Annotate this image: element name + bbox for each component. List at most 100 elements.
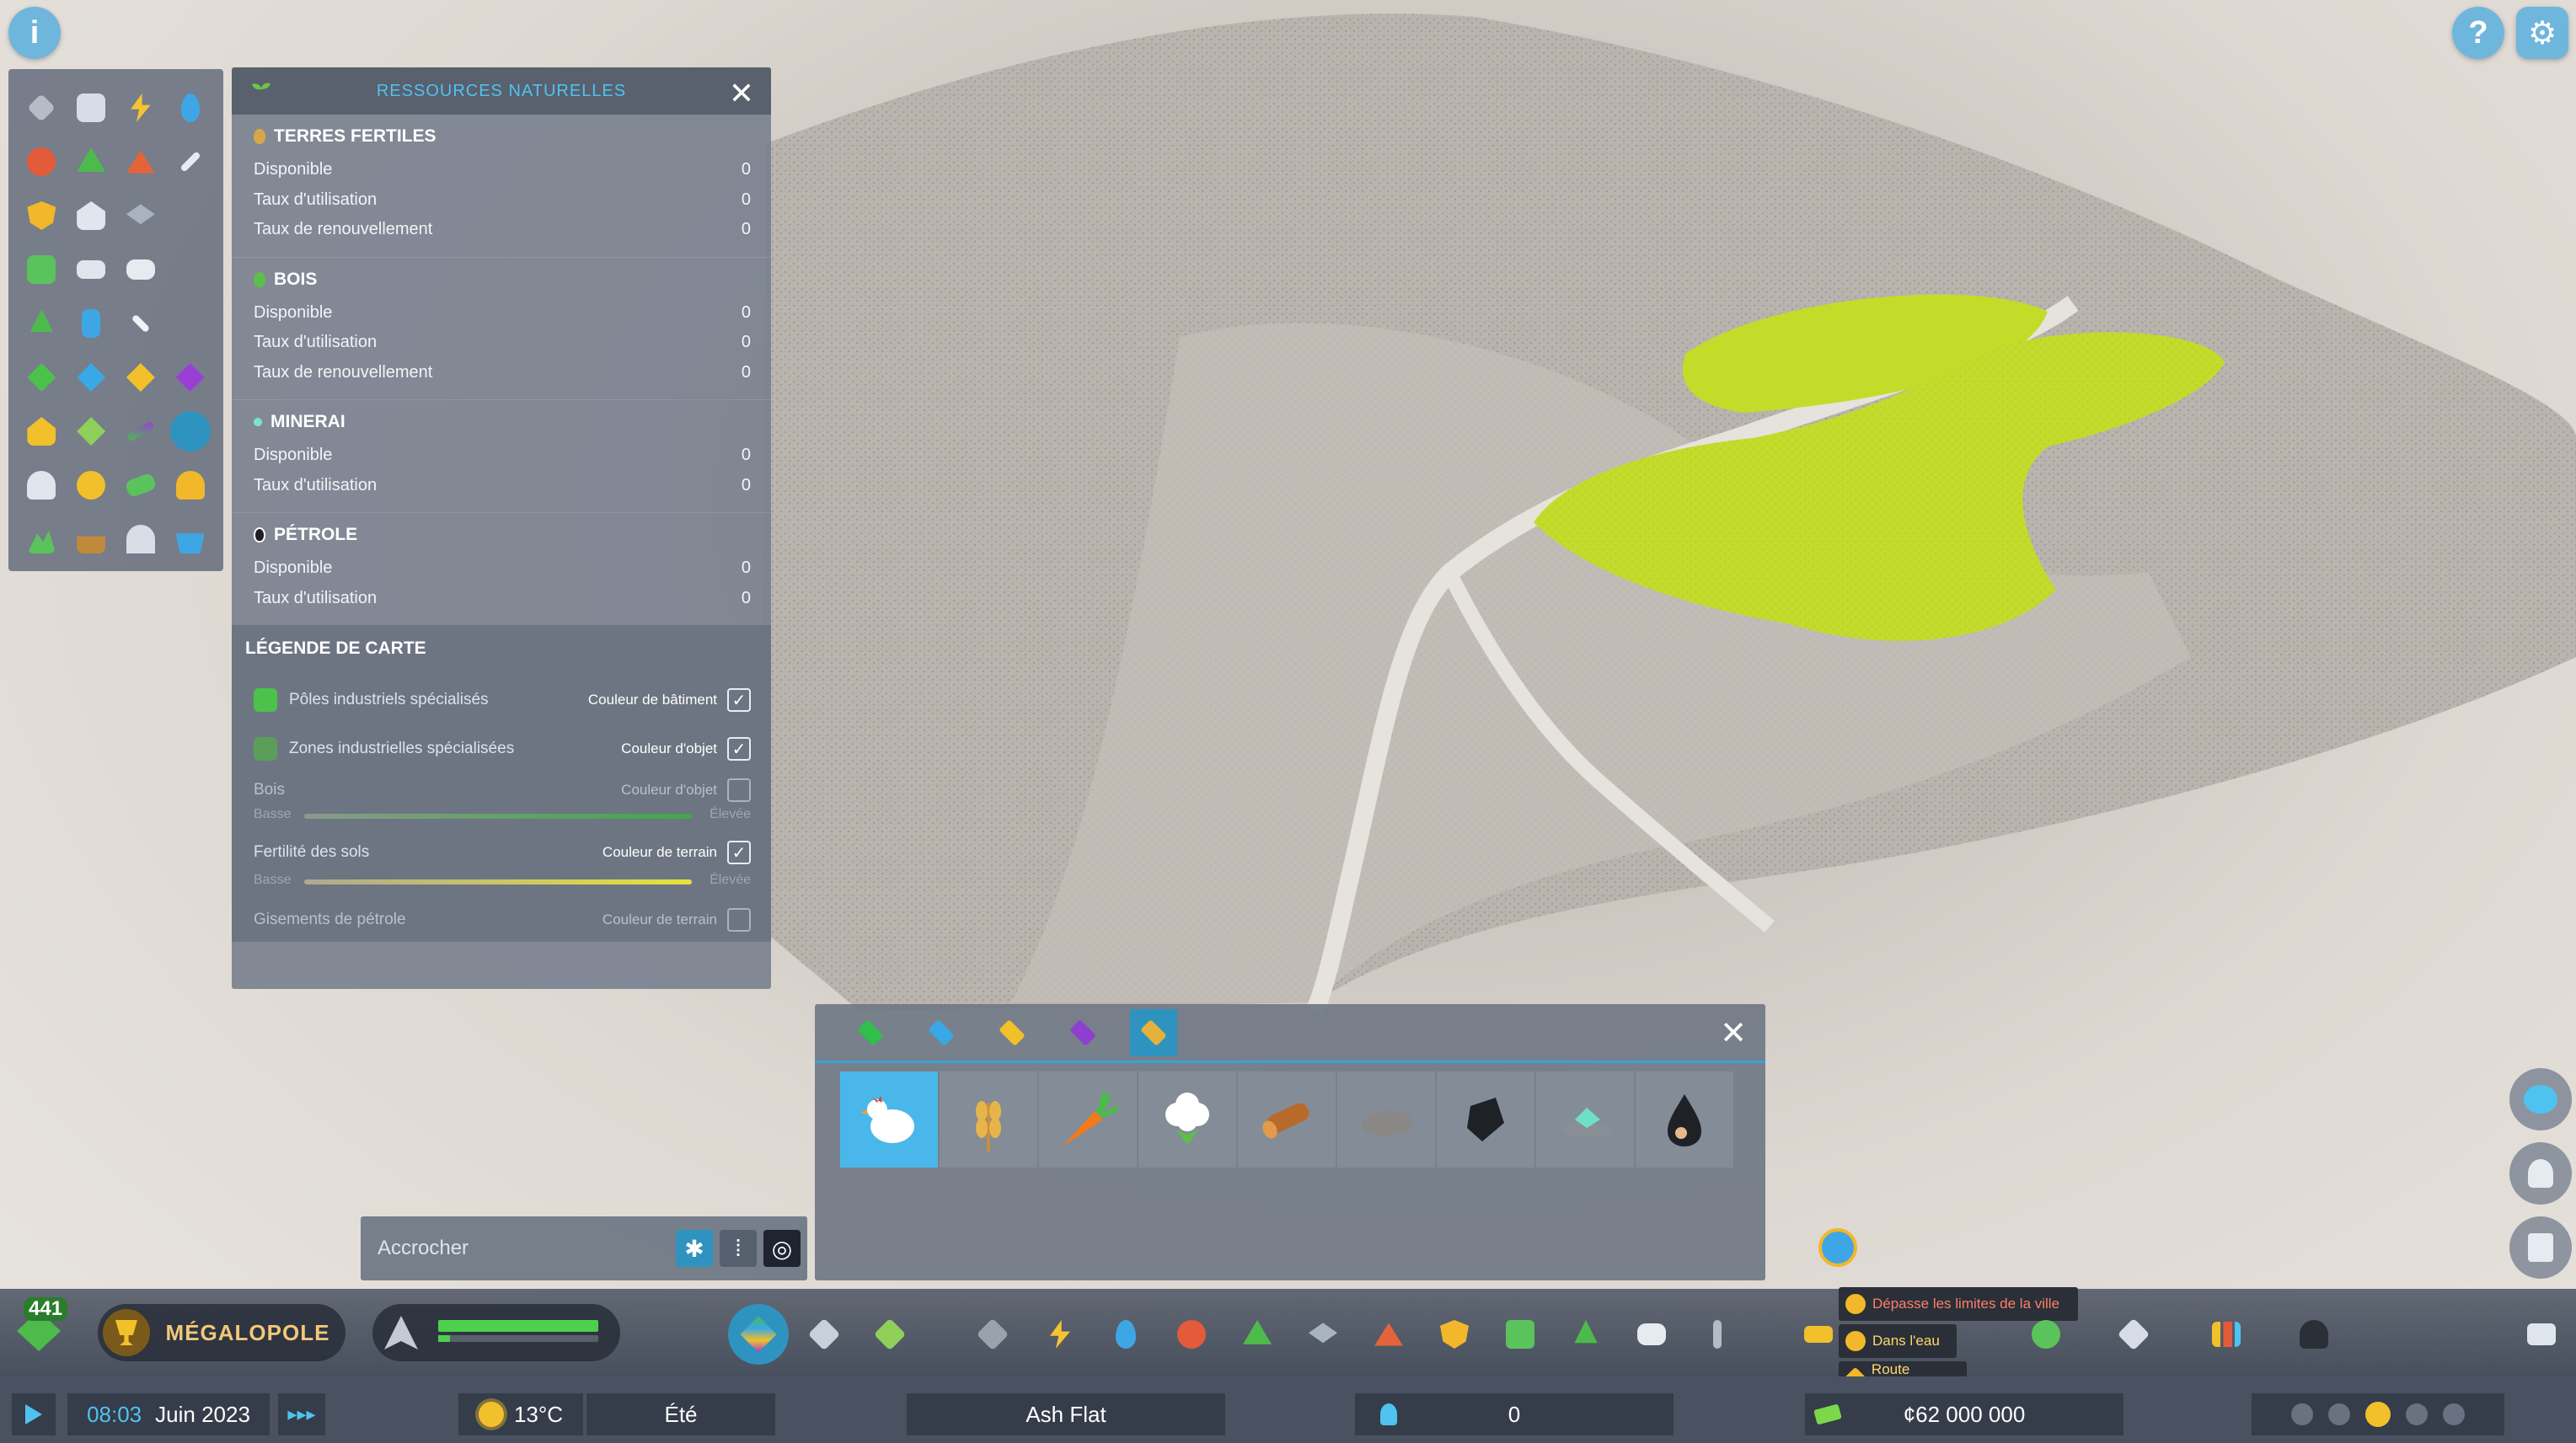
- journal-icon[interactable]: [2509, 1216, 2572, 1279]
- water-area-icon[interactable]: [165, 512, 215, 566]
- bus-icon[interactable]: [1502, 1316, 1539, 1353]
- legend-checkbox[interactable]: ✓: [727, 737, 751, 761]
- wheat-icon[interactable]: [940, 1072, 1037, 1168]
- population-display[interactable]: 0: [1355, 1393, 1674, 1435]
- police-icon[interactable]: [17, 189, 67, 243]
- zoning-tool-icon[interactable]: [728, 1304, 789, 1365]
- cotton-icon[interactable]: [1138, 1072, 1236, 1168]
- bulldozer-icon[interactable]: [1800, 1316, 1837, 1353]
- landmark-icon[interactable]: [1699, 1316, 1736, 1353]
- snap-circle-icon[interactable]: ◎: [763, 1230, 801, 1267]
- area-tool-icon[interactable]: [806, 1316, 843, 1353]
- legend-checkbox[interactable]: ✓: [727, 688, 751, 712]
- info-icon[interactable]: i: [8, 7, 61, 59]
- water-icon[interactable]: [165, 81, 215, 135]
- notification-marker-icon[interactable]: [1818, 1228, 1857, 1267]
- bus-icon[interactable]: [17, 243, 67, 297]
- park-icon[interactable]: [17, 297, 67, 350]
- zone-industrial-icon[interactable]: [116, 350, 166, 404]
- legend-checkbox[interactable]: ✓: [727, 841, 751, 864]
- terrain-icon[interactable]: [17, 512, 67, 566]
- face-neutral-icon: [2365, 1402, 2391, 1427]
- coal-icon[interactable]: [1437, 1072, 1534, 1168]
- ore-crystal-icon[interactable]: [1536, 1072, 1634, 1168]
- stone-icon[interactable]: [1337, 1072, 1435, 1168]
- recycle-icon[interactable]: [67, 135, 116, 189]
- row-value: 0: [741, 220, 751, 239]
- zone-residential-icon[interactable]: [17, 350, 67, 404]
- legend-checkbox[interactable]: [727, 908, 751, 932]
- natural-resources-icon[interactable]: [165, 404, 215, 458]
- park-icon[interactable]: [1567, 1316, 1604, 1353]
- fire-station-icon[interactable]: [1370, 1316, 1407, 1353]
- bulldozer-icon[interactable]: [116, 297, 166, 350]
- roads-icon[interactable]: [974, 1316, 1011, 1353]
- district-icon[interactable]: [67, 297, 116, 350]
- landmark-icon[interactable]: [17, 404, 67, 458]
- happiness-display[interactable]: [2252, 1393, 2504, 1435]
- help-icon[interactable]: ?: [2452, 7, 2504, 59]
- zone-office-icon[interactable]: [165, 350, 215, 404]
- statistics-icon[interactable]: [2208, 1316, 2245, 1353]
- scale-high-label: Élevée: [710, 873, 751, 887]
- city-name[interactable]: Ash Flat: [907, 1393, 1225, 1435]
- camera-icon[interactable]: [2523, 1316, 2560, 1353]
- tunnel-icon[interactable]: [116, 512, 166, 566]
- road-tool-icon[interactable]: [17, 81, 67, 135]
- speed-button[interactable]: ▸▸▸: [278, 1393, 325, 1435]
- snap-star-icon[interactable]: ✱: [676, 1230, 713, 1267]
- log-icon[interactable]: [1238, 1072, 1336, 1168]
- city-hall-icon[interactable]: [67, 189, 116, 243]
- chicken-icon[interactable]: [840, 1072, 938, 1168]
- citizen-icon[interactable]: [17, 458, 67, 512]
- health-icon[interactable]: [17, 135, 67, 189]
- oil-drop-icon[interactable]: [1636, 1072, 1733, 1168]
- tab-ore[interactable]: [988, 1009, 1036, 1056]
- tab-oil[interactable]: [1059, 1009, 1106, 1056]
- snap-grid-icon[interactable]: ⁞: [720, 1230, 757, 1267]
- close-icon[interactable]: ✕: [729, 76, 754, 111]
- electricity-icon[interactable]: [1042, 1316, 1079, 1353]
- specialized-industry-icon[interactable]: [67, 404, 116, 458]
- empty-slot: [165, 189, 215, 243]
- legend-checkbox[interactable]: [727, 778, 751, 802]
- police-icon[interactable]: [1436, 1316, 1473, 1353]
- water-icon[interactable]: [1107, 1316, 1144, 1353]
- chirper-icon[interactable]: [2509, 1068, 2572, 1130]
- mail-icon[interactable]: [67, 243, 116, 297]
- landscaping-icon[interactable]: [67, 512, 116, 566]
- electricity-icon[interactable]: [116, 81, 166, 135]
- transport-lines-icon[interactable]: [2027, 1316, 2065, 1353]
- gear-icon[interactable]: ⚙: [2516, 7, 2568, 59]
- worker-icon[interactable]: [165, 458, 215, 512]
- tab-forestry[interactable]: [918, 1009, 965, 1056]
- recycle-icon[interactable]: [1239, 1316, 1276, 1353]
- fire-station-icon[interactable]: [116, 135, 166, 189]
- carrot-icon[interactable]: [1039, 1072, 1137, 1168]
- education-icon[interactable]: [116, 189, 166, 243]
- network-icon[interactable]: [116, 404, 166, 458]
- section-ore: MINERAI Disponible 0 Taux d'utilisation 0: [232, 400, 771, 513]
- health-icon[interactable]: [1173, 1316, 1210, 1353]
- happiness-icon[interactable]: [67, 458, 116, 512]
- citizen-info-icon[interactable]: [2509, 1142, 2572, 1205]
- transport-tool-icon[interactable]: [67, 81, 116, 135]
- legend-color-mode: Couleur de terrain: [602, 911, 717, 927]
- specialized-zone-icon[interactable]: [871, 1316, 908, 1353]
- progress-pill[interactable]: [372, 1304, 620, 1361]
- chat-icon[interactable]: [116, 243, 166, 297]
- money-icon[interactable]: [116, 458, 166, 512]
- money-display[interactable]: ¢62 000 000: [1805, 1393, 2123, 1435]
- wrench-icon[interactable]: [165, 135, 215, 189]
- tab-agriculture[interactable]: [847, 1009, 894, 1056]
- close-icon[interactable]: ✕: [1720, 1014, 1747, 1052]
- advisor-icon[interactable]: [2295, 1316, 2332, 1353]
- tab-specialized[interactable]: [1130, 1008, 1177, 1056]
- xp-badge[interactable]: 441: [13, 1297, 68, 1355]
- chat-icon[interactable]: [1633, 1316, 1670, 1353]
- zone-commercial-icon[interactable]: [67, 350, 116, 404]
- milestone-pill[interactable]: MÉGALOPOLE: [98, 1304, 345, 1361]
- play-button[interactable]: [12, 1393, 56, 1435]
- map-tiles-icon[interactable]: [2115, 1316, 2152, 1353]
- education-icon[interactable]: [1304, 1316, 1342, 1353]
